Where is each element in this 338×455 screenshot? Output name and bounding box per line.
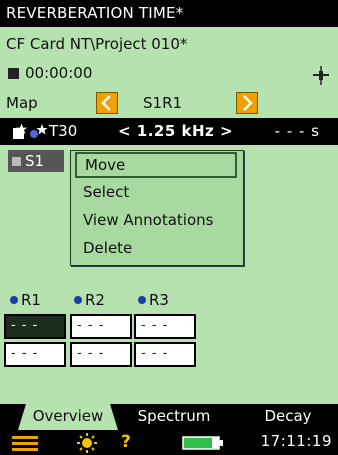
menu-item-view-annotations[interactable]: View Annotations [71,206,243,234]
battery-icon [182,436,223,450]
help-icon[interactable]: ? [121,432,131,452]
receiver-positions: R1 R2 R3 [0,291,338,311]
clock: 17:11:19 [260,432,332,450]
timer-value: 00:00:00 [25,64,93,82]
next-position-button[interactable] [236,92,258,114]
tabs: Overview Spectrum Decay [0,404,338,430]
arrow-left-icon [101,95,111,111]
parameter-value: - - - s [274,122,320,140]
receiver-r3[interactable]: R3 [138,291,169,309]
receiver-r2[interactable]: R2 [74,291,105,309]
grid-cell[interactable]: - - - [4,314,66,339]
grid-cell[interactable]: - - - [70,342,132,367]
parameter-label[interactable]: T30 [49,118,77,145]
source-marker-icon [12,157,21,166]
parameter-bar: T30 < 1.25 kHz > - - - s [0,118,338,145]
menu-icon[interactable] [10,433,40,453]
menu-item-move[interactable]: Move [75,152,237,178]
tab-decay[interactable]: Decay [238,404,338,430]
frequency-selector[interactable]: < 1.25 kHz > [118,118,233,145]
grid-cell[interactable]: - - - [70,314,132,339]
status-bar: ? 17:11:19 [0,430,338,455]
source-label: S1 [25,152,45,170]
arrow-right-icon [243,95,253,111]
satellite-icon[interactable] [310,64,332,86]
stop-icon [8,68,19,79]
dot-icon [74,296,82,304]
menu-item-select[interactable]: Select [71,178,243,206]
map-navigation: Map S1R1 [0,88,338,118]
prev-position-button[interactable] [96,92,118,114]
grid-cell[interactable]: - - - [134,342,196,367]
tab-spectrum[interactable]: Spectrum [120,404,228,430]
project-path[interactable]: CF Card NT\Project 010* [0,32,338,56]
dot-icon [10,296,18,304]
dot-icon [138,296,146,304]
light-icon[interactable] [76,432,98,454]
sparkle-icon[interactable] [12,122,48,142]
position-label: S1R1 [143,94,183,112]
grid-cell[interactable]: - - - [4,342,66,367]
elapsed-timer: 00:00:00 [0,60,338,86]
receiver-r1[interactable]: R1 [10,291,41,309]
grid-cell[interactable]: - - - [134,314,196,339]
source-chip[interactable]: S1 [8,150,64,172]
context-menu: Move Select View Annotations Delete [70,150,244,266]
app-title: REVERBERATION TIME* [0,0,338,27]
results-grid: - - - - - - - - - - - - - - - - - - [4,314,200,369]
map-label: Map [6,94,38,112]
menu-item-delete[interactable]: Delete [71,234,243,262]
tab-overview[interactable]: Overview [18,404,118,430]
